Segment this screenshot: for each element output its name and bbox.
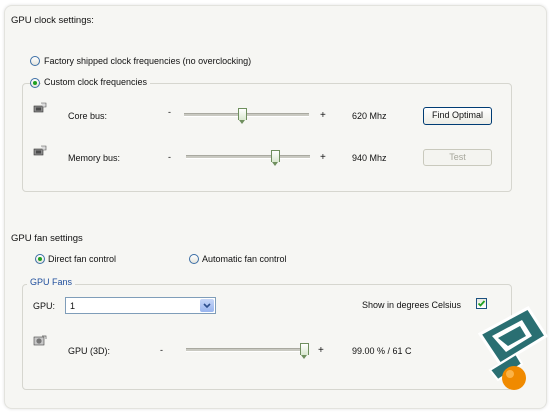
factory-clock-label[interactable]: Factory shipped clock frequencies (no ov…	[44, 56, 251, 66]
clock-settings-heading: GPU clock settings:	[11, 15, 94, 26]
core-bus-value: 620 Mhz	[352, 111, 387, 121]
direct-fan-radio[interactable]	[35, 254, 45, 264]
test-button[interactable]: Test	[423, 149, 492, 166]
gpu3d-slider-thumb[interactable]	[300, 343, 310, 359]
memory-plus: +	[320, 152, 326, 163]
chip-icon	[33, 145, 47, 156]
core-plus: +	[320, 110, 326, 121]
find-optimal-button[interactable]: Find Optimal	[423, 107, 492, 125]
core-minus: -	[168, 107, 171, 117]
direct-fan-label[interactable]: Direct fan control	[48, 254, 116, 264]
chip-icon	[33, 102, 47, 113]
core-bus-slider-thumb[interactable]	[238, 108, 248, 124]
memory-bus-slider-thumb[interactable]	[270, 150, 280, 166]
gpu3d-plus: +	[318, 345, 324, 356]
gpu3d-value: 99.00 % / 61 C	[352, 346, 412, 356]
custom-clock-radio[interactable]	[30, 78, 40, 88]
fan-icon	[33, 335, 47, 346]
gpu3d-slider-track[interactable]	[186, 348, 306, 352]
memory-bus-slider-track[interactable]	[186, 155, 310, 159]
custom-clock-group	[22, 83, 512, 192]
automatic-fan-label[interactable]: Automatic fan control	[202, 254, 287, 264]
gpu3d-label: GPU (3D):	[68, 346, 111, 356]
fan-settings-heading: GPU fan settings	[11, 233, 83, 244]
memory-bus-label: Memory bus:	[68, 153, 121, 163]
factory-clock-radio[interactable]	[30, 56, 40, 66]
memory-bus-value: 940 Mhz	[352, 153, 387, 163]
custom-clock-label[interactable]: Custom clock frequencies	[41, 77, 151, 87]
gpu-fans-group-title: GPU Fans	[27, 277, 76, 287]
gpu-select[interactable]: 1	[65, 297, 216, 314]
automatic-fan-radio[interactable]	[189, 254, 199, 264]
site-logo	[477, 306, 549, 390]
celsius-label: Show in degrees Celsius	[362, 300, 462, 310]
gpu3d-minus: -	[160, 345, 163, 355]
core-bus-label: Core bus:	[68, 111, 108, 121]
chevron-down-icon	[203, 303, 211, 309]
memory-minus: -	[168, 152, 171, 162]
gpu-select-label: GPU:	[33, 301, 56, 311]
gpu-select-value: 1	[70, 301, 76, 311]
gpu-select-dropdown-button[interactable]	[200, 299, 214, 312]
